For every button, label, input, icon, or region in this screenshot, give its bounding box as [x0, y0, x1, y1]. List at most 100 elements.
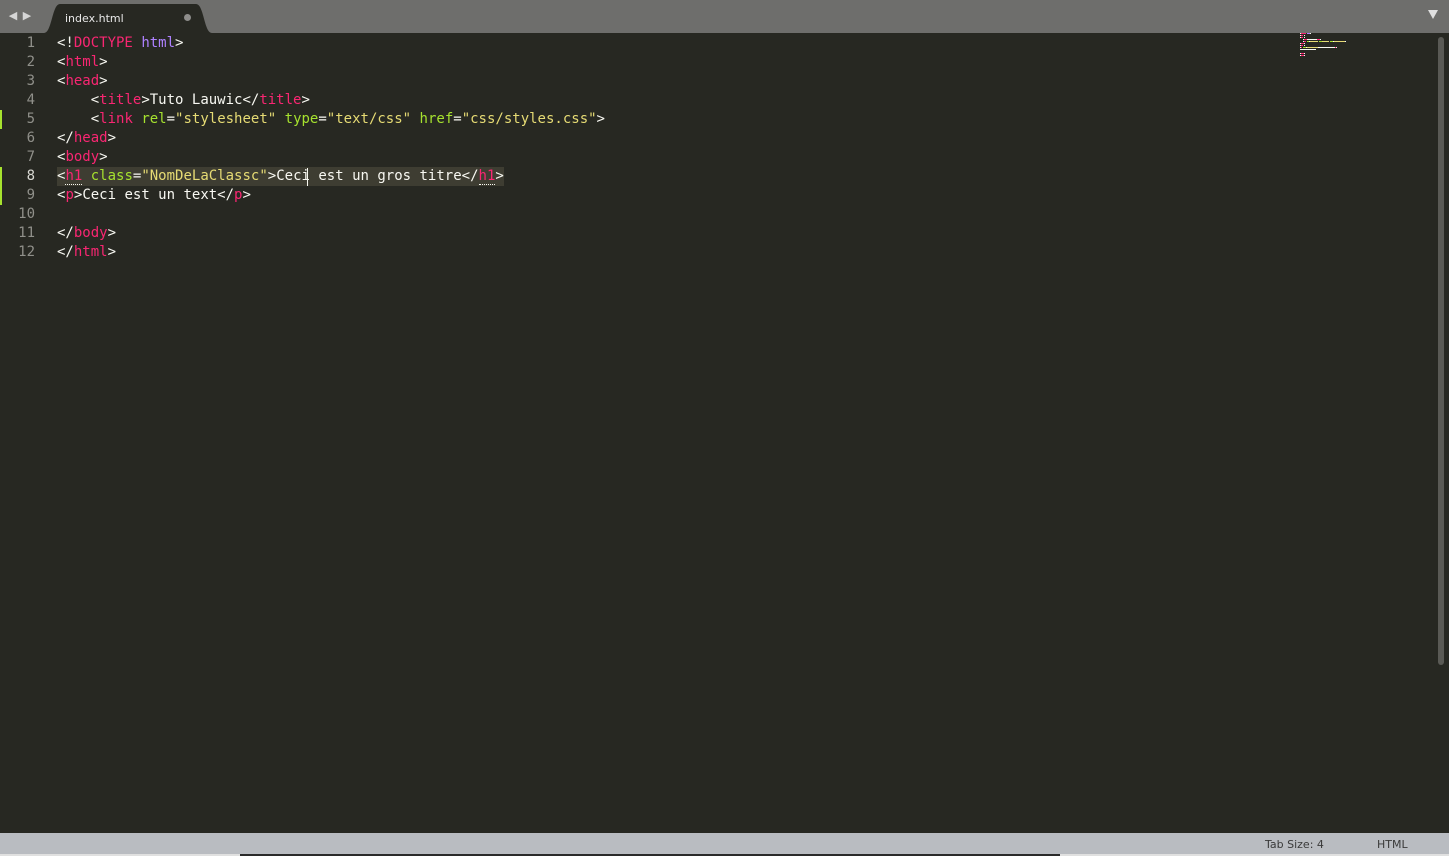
code-token: html [73, 244, 108, 260]
code-token: > [596, 111, 605, 127]
line-number-gutter: 1 2 3 4 5 6 7 8 9 10 11 12 [0, 33, 52, 833]
tab-size-indicator[interactable]: Tab Size: 4 [1265, 838, 1324, 851]
code-token: > [99, 73, 108, 89]
code-token: "stylesheet" [175, 111, 277, 127]
minimap-segment [1302, 49, 1314, 50]
code-line[interactable]: </body> [57, 224, 116, 243]
line-number: 7 [26, 149, 35, 165]
triangle-right-icon[interactable]: ▶ [22, 9, 32, 23]
code-token: body [73, 225, 108, 241]
code-line[interactable]: <link rel="stylesheet" type="text/css" h… [57, 110, 605, 129]
minimap-segment [1307, 47, 1317, 48]
code-line[interactable]: <!DOCTYPE html> [57, 34, 183, 53]
code-token: Ceci est un gros titre [276, 168, 462, 184]
line-number: 4 [26, 92, 35, 108]
code-token: < [90, 111, 100, 127]
code-line[interactable]: <html> [57, 53, 108, 72]
code-line[interactable]: <head> [57, 72, 108, 91]
triangle-left-icon[interactable]: ◀ [8, 9, 18, 23]
code-token: > [99, 54, 108, 70]
code-line[interactable]: <p>Ceci est un text</p> [57, 186, 251, 205]
code-token: "text/css" [326, 111, 412, 127]
code-line[interactable]: <title>Tuto Lauwic</title> [57, 91, 310, 110]
code-token: "css/styles.css" [461, 111, 597, 127]
unsaved-dot-icon[interactable] [184, 14, 191, 21]
code-token: head [73, 130, 108, 146]
code-token: html [65, 54, 100, 70]
line-number: 12 [18, 244, 35, 260]
syntax-indicator[interactable]: HTML [1377, 838, 1408, 851]
code-line[interactable]: </head> [57, 129, 116, 148]
code-token: h1 [478, 168, 496, 185]
code-token: </ [57, 225, 74, 241]
code-token: class [90, 168, 133, 184]
code-token: = [166, 111, 176, 127]
code-token: type [284, 111, 319, 127]
minimap-segment [1303, 45, 1305, 46]
code-token: > [107, 225, 117, 241]
minimap-segment [1333, 41, 1345, 42]
code-token: </ [461, 168, 479, 184]
code-token: title [99, 92, 142, 108]
minimap-segment [1304, 53, 1305, 54]
tab-nav-arrows: ◀ ▶ [8, 9, 32, 23]
code-token: > [107, 244, 117, 260]
code-token: "NomDeLaClassc [141, 168, 260, 184]
code-token: > [301, 92, 310, 108]
tab-label: index.html [65, 12, 124, 25]
triangle-down-icon[interactable] [1428, 10, 1438, 19]
code-editor[interactable]: 1 2 3 4 5 6 7 8 9 10 11 12 <!DOCTYPE html> <html> <he… [0, 33, 1436, 833]
minimap-segment [1320, 39, 1321, 40]
code-token: title [259, 92, 302, 108]
minimap-segment [1307, 39, 1316, 40]
editor-window: ◀ ▶ index.html 1 2 3 4 5 6 7 8 9 10 11 12 <!DOCTYPE… [0, 0, 1449, 856]
modified-line-marker [0, 186, 2, 205]
code-token: </ [242, 92, 260, 108]
minimap-segment [1301, 33, 1307, 34]
code-token: > [99, 149, 108, 165]
line-number: 1 [26, 35, 35, 51]
line-number: 11 [18, 225, 35, 241]
status-bar: Tab Size: 4 HTML [0, 833, 1449, 856]
code-token: > [107, 130, 117, 146]
line-number: 6 [26, 130, 35, 146]
minimap-segment [1322, 41, 1330, 42]
tab-index-html[interactable]: index.html [44, 4, 214, 33]
minimap-segment [1309, 41, 1319, 42]
line-number: 8 [26, 168, 35, 184]
minimap-segment [1303, 37, 1305, 38]
minimap-segment [1344, 41, 1346, 42]
code-token: = [318, 111, 327, 127]
code-token: link [99, 111, 133, 127]
line-number: 5 [26, 111, 35, 127]
vertical-scrollbar[interactable] [1436, 33, 1449, 833]
scrollbar-thumb[interactable] [1438, 37, 1444, 665]
code-token: > [175, 35, 184, 51]
code-token: > [267, 168, 277, 184]
code-token: Ceci est un text [82, 187, 218, 203]
minimap[interactable] [1300, 33, 1370, 63]
text-cursor [307, 168, 308, 186]
minimap-segment [1303, 35, 1305, 36]
code-token: html [141, 35, 176, 51]
code-token: </ [217, 187, 235, 203]
code-token: rel [141, 111, 167, 127]
code-token: p [65, 187, 74, 203]
line-number: 3 [26, 73, 35, 89]
modified-line-marker [0, 167, 2, 186]
code-line[interactable]: <h1 class="NomDeLaClassc">Ceci est un gr… [57, 167, 504, 186]
code-token: = [453, 111, 462, 127]
modified-line-marker [0, 110, 2, 129]
code-token: DOCTYPE [73, 35, 133, 51]
code-token: </ [57, 244, 74, 260]
minimap-segment [1304, 55, 1305, 56]
code-token: href [419, 111, 454, 127]
code-line[interactable]: <body> [57, 148, 108, 167]
code-token: body [65, 149, 100, 165]
code-line[interactable]: </html> [57, 243, 116, 262]
line-number: 10 [18, 206, 35, 222]
minimap-segment [1315, 49, 1317, 50]
